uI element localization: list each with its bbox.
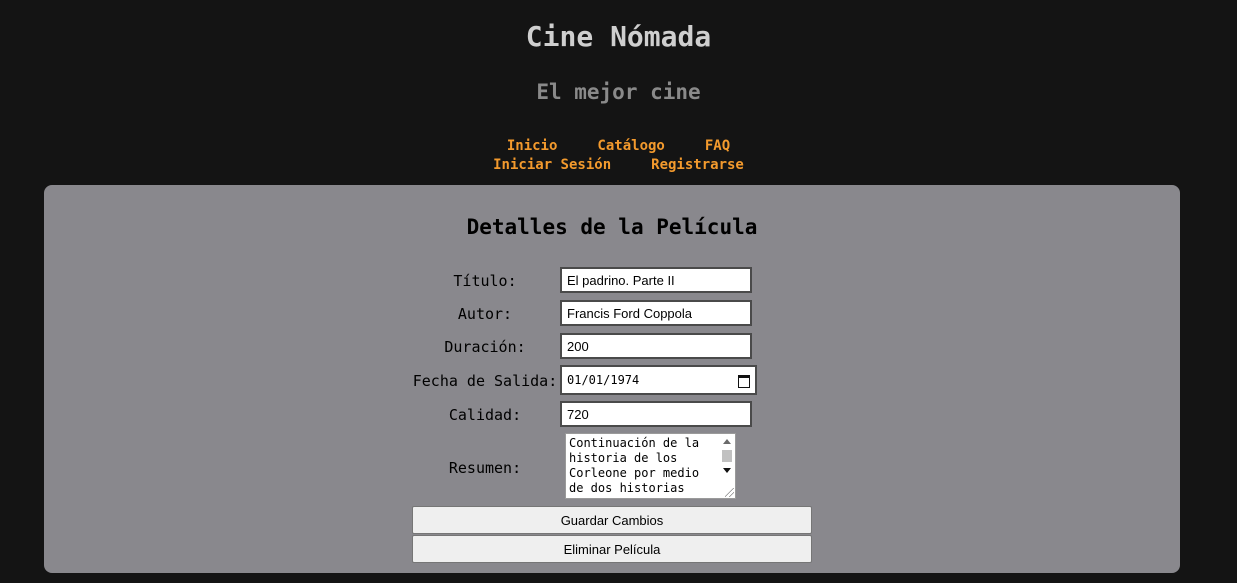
resumen-text: Continuación de la historia de los Corle… bbox=[569, 436, 707, 495]
titulo-label: Título: bbox=[453, 272, 517, 290]
calidad-input[interactable] bbox=[560, 401, 752, 427]
calendar-icon[interactable] bbox=[738, 374, 750, 388]
resumen-textarea[interactable]: Continuación de la historia de los Corle… bbox=[565, 433, 736, 499]
nav-link-iniciar-sesion[interactable]: Iniciar Sesión bbox=[493, 157, 611, 173]
nav-row-account: Iniciar Sesión Registrarse bbox=[0, 157, 1237, 173]
autor-label: Autor: bbox=[457, 305, 513, 323]
nav-row-primary: Inicio Catálogo FAQ bbox=[0, 138, 1237, 154]
resumen-scrollbar[interactable] bbox=[720, 435, 734, 487]
nav-link-registrarse[interactable]: Registrarse bbox=[651, 157, 744, 173]
fecha-value: 01/01/1974 bbox=[567, 373, 640, 387]
fecha-label: Fecha de Salida: bbox=[412, 372, 558, 390]
fecha-input[interactable]: 01/01/1974 bbox=[560, 365, 757, 395]
movie-details-panel: Detalles de la Película Título: Autor: D… bbox=[44, 185, 1180, 573]
titulo-input[interactable] bbox=[560, 267, 752, 293]
scroll-up-icon[interactable] bbox=[723, 439, 731, 444]
panel-title: Detalles de la Película bbox=[466, 215, 758, 239]
delete-movie-button[interactable]: Eliminar Película bbox=[412, 535, 812, 563]
duracion-label: Duración: bbox=[444, 338, 526, 356]
nav-link-inicio[interactable]: Inicio bbox=[507, 138, 558, 154]
scroll-thumb[interactable] bbox=[722, 450, 732, 462]
autor-input[interactable] bbox=[560, 300, 752, 326]
scroll-down-icon[interactable] bbox=[723, 468, 731, 473]
calidad-label: Calidad: bbox=[448, 406, 522, 424]
site-subtitle: El mejor cine bbox=[536, 80, 701, 104]
save-changes-button[interactable]: Guardar Cambios bbox=[412, 506, 812, 534]
resumen-label: Resumen: bbox=[448, 459, 522, 477]
site-title: Cine Nómada bbox=[525, 20, 712, 53]
nav-link-catalogo[interactable]: Catálogo bbox=[597, 138, 664, 154]
resize-grip-icon[interactable] bbox=[725, 488, 734, 497]
duracion-input[interactable] bbox=[560, 333, 752, 359]
nav-link-faq[interactable]: FAQ bbox=[705, 138, 730, 154]
